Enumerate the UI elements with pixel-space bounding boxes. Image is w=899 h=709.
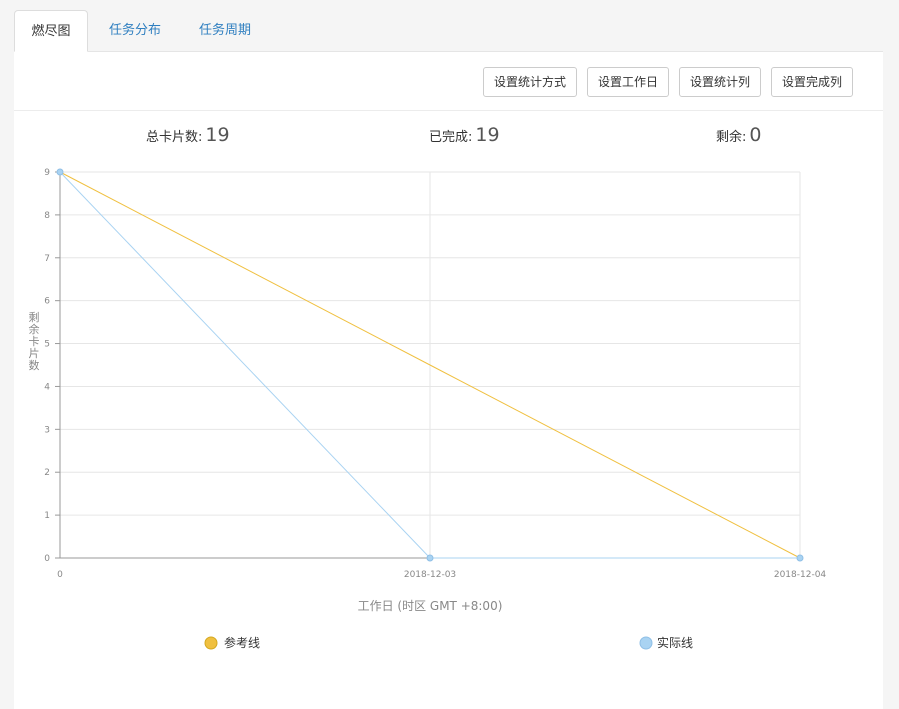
y-axis-label: 数 — [29, 359, 40, 372]
y-tick-label: 1 — [44, 511, 50, 521]
y-axis-label: 余 — [29, 322, 40, 336]
toolbar: 设置统计方式 设置工作日 设置统计列 设置完成列 — [14, 52, 883, 111]
set-workday-button[interactable]: 设置工作日 — [587, 67, 669, 97]
set-stat-column-button[interactable]: 设置统计列 — [679, 67, 761, 97]
set-stat-method-button[interactable]: 设置统计方式 — [483, 67, 577, 97]
set-done-column-button[interactable]: 设置完成列 — [771, 67, 853, 97]
legend-marker — [639, 636, 653, 650]
y-tick-label: 0 — [44, 554, 50, 564]
y-tick-label: 5 — [44, 340, 50, 350]
y-tick-label: 9 — [44, 168, 50, 178]
y-tick-label: 2 — [44, 468, 50, 478]
x-tick-label: 0 — [57, 570, 63, 580]
y-tick-label: 4 — [44, 382, 50, 392]
legend-label: 参考线 — [224, 635, 260, 650]
x-tick-label: 2018-12-04 — [774, 570, 827, 580]
x-tick-label: 2018-12-03 — [404, 570, 456, 580]
actual-point — [426, 554, 434, 562]
chart-panel: 总卡片数: 19 已完成: 19 剩余: 0 0 1 2 3 4 5 6 7 8 9 0 2018-12-0… — [14, 111, 883, 709]
legend-label: 实际线 — [657, 635, 693, 650]
actual-point — [56, 168, 64, 176]
actual-point — [796, 554, 804, 562]
tab-bar: 燃尽图 任务分布 任务周期 — [14, 10, 883, 52]
legend-marker — [204, 636, 218, 650]
burndown-chart: 01234567890 2018-12-03 2018-12-04剩余卡片数工作日 … — [29, 168, 827, 650]
x-axis-label: 工作日 (时区 GMT +8:00) — [358, 599, 503, 613]
tab-task-cycle[interactable]: 任务周期 — [186, 10, 264, 51]
y-tick-label: 7 — [44, 254, 50, 264]
y-tick-label: 8 — [44, 211, 50, 221]
y-tick-label: 6 — [44, 297, 50, 307]
y-tick-label: 3 — [44, 425, 50, 435]
tab-burndown[interactable]: 燃尽图 — [14, 10, 88, 52]
tab-task-distribution[interactable]: 任务分布 — [96, 10, 174, 51]
